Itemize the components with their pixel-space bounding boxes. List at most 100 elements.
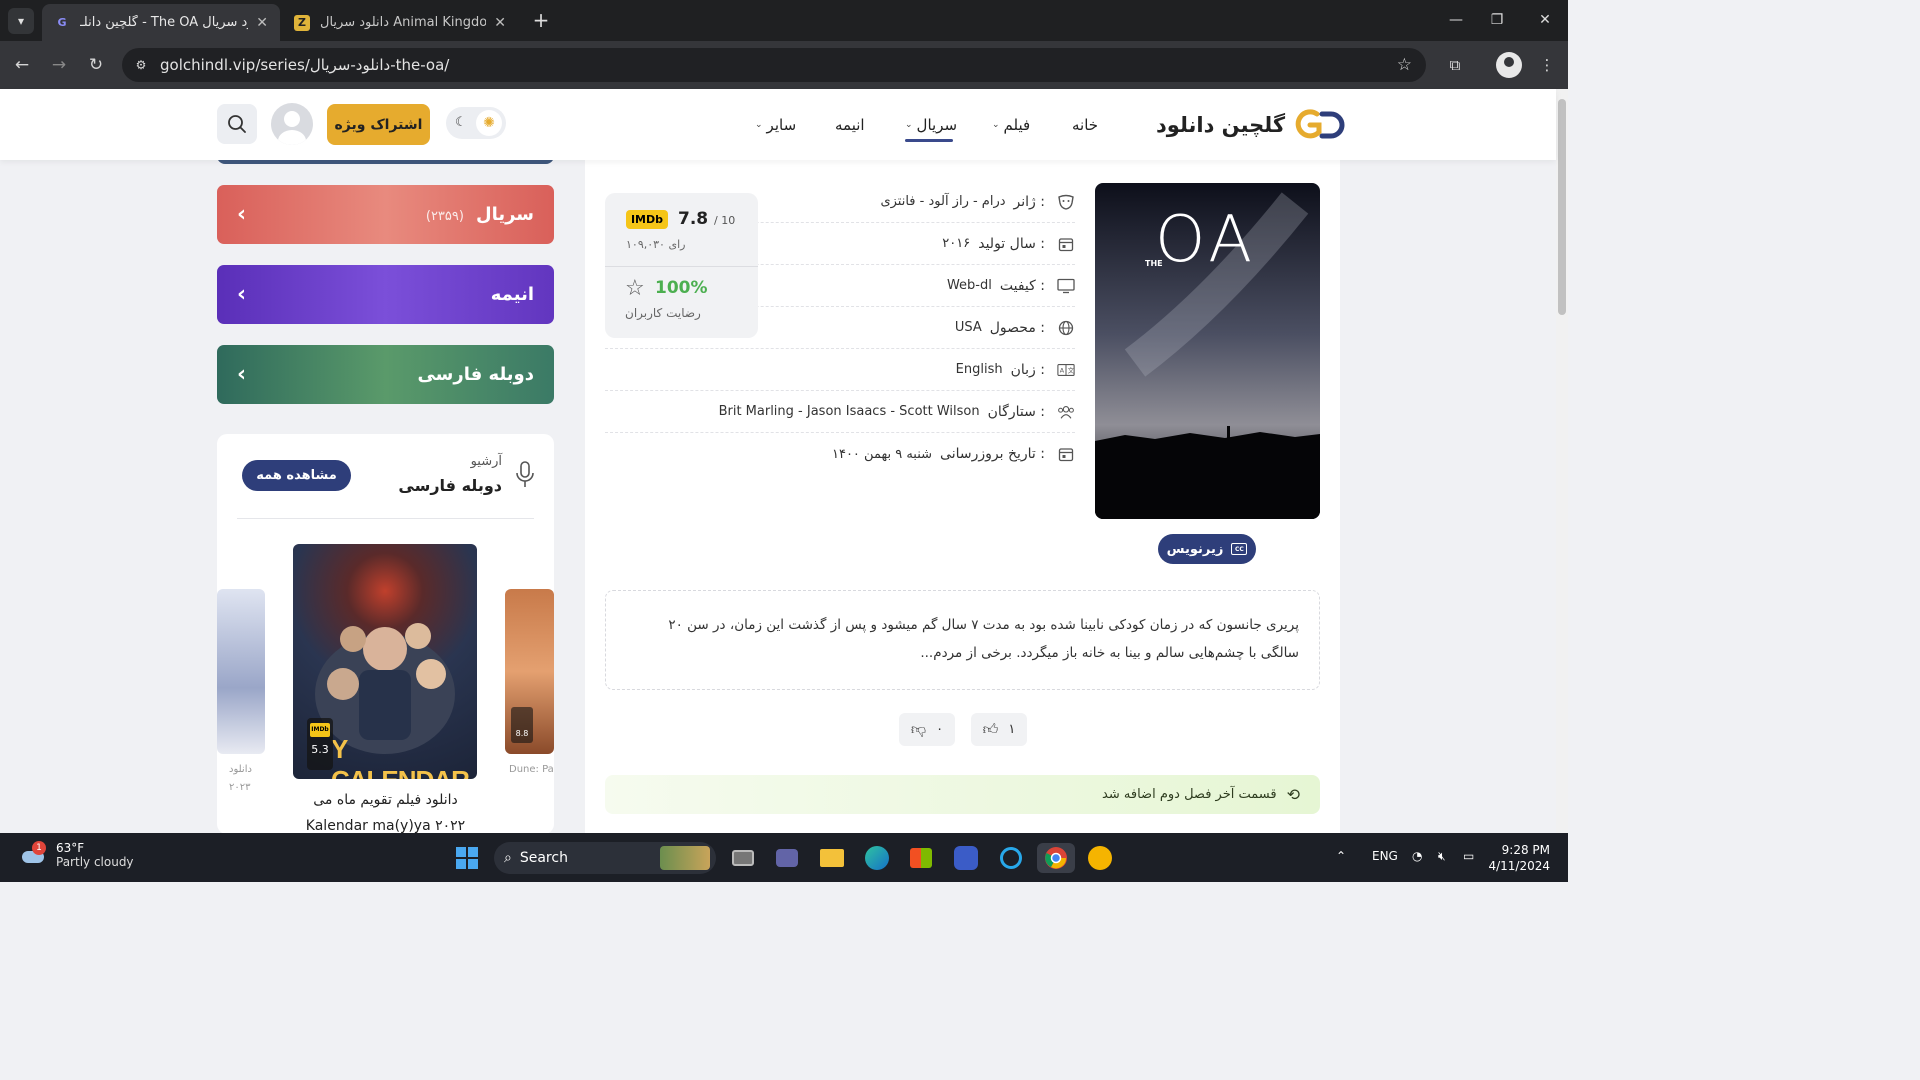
divider — [237, 518, 534, 519]
category-label: دوبله فارسی — [417, 364, 534, 385]
dislike-button[interactable]: 👎︎ ۰ — [899, 713, 955, 746]
battery-icon[interactable]: ▭ — [1463, 849, 1474, 863]
nav-other-label: سایر — [766, 116, 797, 134]
weather-cloud-icon: 1 — [20, 841, 48, 869]
volume-muted-icon[interactable]: 🔇︎ — [1438, 849, 1446, 864]
search-highlight-icon — [660, 846, 710, 870]
user-avatar[interactable] — [271, 103, 313, 145]
profile-avatar-icon[interactable] — [1496, 52, 1522, 78]
teams-icon[interactable] — [772, 843, 802, 873]
info-value: شنبه ۹ بهمن ۱۴۰۰ — [831, 446, 933, 462]
weather-alert-badge: 1 — [32, 841, 46, 855]
globe-icon — [1057, 319, 1075, 337]
series-poster[interactable]: THE OA — [1095, 183, 1320, 519]
rating-box: IMDb 7.8 / 10 ۱۰۹,۰۳۰ رای ☆ 100% رضایت ک… — [605, 193, 758, 338]
poster-caption-left: دانلود — [229, 764, 252, 775]
nav-film[interactable]: ⌄ فیلم — [992, 111, 1030, 139]
category-card-series[interactable]: ‹ سریال (۲۳۵۹) — [217, 185, 554, 244]
category-card-anime[interactable]: ‹ انیمه — [217, 265, 554, 324]
tab-search-button[interactable]: ▾ — [8, 8, 34, 34]
close-window-icon[interactable]: ✕ — [1530, 8, 1560, 32]
synopsis: پریری جانسون که در زمان کودکی نابینا شده… — [605, 590, 1320, 690]
poster-title-text: Y CALENDAR — [331, 734, 470, 779]
nav-film-label: فیلم — [1003, 116, 1031, 134]
tray-chevron-icon[interactable]: ⌃ — [1336, 849, 1346, 863]
subtitle-badge[interactable]: زیرنویس CC — [1158, 534, 1256, 564]
input-language[interactable]: ENG — [1372, 849, 1398, 863]
rating-badge-small: 8.8 — [511, 707, 533, 743]
bookmark-star-icon[interactable]: ☆ — [1397, 55, 1412, 75]
chevron-left-icon: ‹ — [237, 362, 247, 387]
poster-caption[interactable]: دانلود فیلم تقویم ماه می — [217, 792, 554, 808]
info-value: English — [955, 362, 1003, 377]
imdb-logo: IMDb — [626, 210, 668, 229]
theme-toggle[interactable]: ☾ ✺ — [446, 107, 506, 139]
star-outline-icon[interactable]: ☆ — [625, 276, 645, 301]
info-row-updated: شنبه ۹ بهمن ۱۴۰۰ تاریخ بروزرسانی : — [605, 433, 1075, 475]
forward-icon[interactable]: → — [47, 53, 71, 77]
poster-caption-2[interactable]: Kalendar ma(y)ya ۲۰۲۲ — [217, 818, 554, 834]
category-card-dubbed[interactable]: ‹ دوبله فارسی — [217, 345, 554, 404]
cortana-icon[interactable] — [996, 843, 1026, 873]
info-key: کیفیت : — [999, 277, 1045, 294]
page-scrollbar[interactable] — [1556, 89, 1568, 833]
system-clock[interactable]: 9:28 PM 4/11/2024 — [1486, 842, 1550, 874]
chrome-taskbar-icon[interactable] — [1037, 843, 1075, 873]
scrollbar-thumb[interactable] — [1558, 99, 1566, 315]
nav-active-underline — [905, 139, 953, 142]
imdb-score-max: / 10 — [714, 214, 736, 227]
back-icon[interactable]: ← — [10, 53, 34, 77]
browser-tab[interactable]: Z دانلود سریال Animal Kingdom با ✕ — [282, 4, 518, 41]
info-key: سال تولید : — [978, 235, 1045, 252]
weather-widget[interactable]: 1 63°F Partly cloudy — [20, 841, 134, 869]
vpn-app-icon[interactable] — [1085, 843, 1115, 873]
store-icon[interactable] — [906, 843, 936, 873]
wifi-icon[interactable]: ◔ — [1412, 849, 1422, 863]
language-icon: A文 — [1057, 361, 1075, 379]
extensions-icon[interactable]: ⧉ — [1442, 53, 1468, 77]
close-tab-icon[interactable]: ✕ — [256, 15, 268, 31]
search-button[interactable] — [217, 104, 257, 144]
windows-start-icon[interactable] — [452, 843, 482, 873]
nav-home-label: خانه — [1072, 116, 1099, 134]
edge-icon[interactable] — [862, 843, 892, 873]
category-count: (۲۳۵۹) — [425, 209, 464, 224]
poster-title-text: OA — [1155, 203, 1257, 277]
nav-series-label: سریال — [916, 116, 958, 134]
minimize-icon[interactable]: — — [1441, 8, 1471, 32]
see-all-button[interactable]: مشاهده همه — [242, 460, 351, 491]
info-key: ستارگان : — [987, 403, 1045, 420]
site-info-icon[interactable]: ⚙ — [130, 54, 152, 76]
search-label: Search — [519, 850, 568, 866]
carousel-poster-left[interactable] — [217, 589, 265, 754]
file-explorer-icon[interactable] — [817, 843, 847, 873]
info-value: Brit Marling - Jason Isaacs - Scott Wils… — [718, 404, 980, 419]
reload-icon[interactable]: ↻ — [84, 53, 108, 77]
address-bar[interactable]: ⚙ golchindl.vip/series/دانلود-سریال-the-… — [122, 48, 1426, 82]
nav-anime[interactable]: انیمه — [835, 111, 865, 139]
clock-time: 9:28 PM — [1501, 843, 1550, 857]
site-logo[interactable]: گلچین دانلود — [1156, 103, 1347, 147]
nav-series[interactable]: ⌄ سریال — [905, 111, 957, 139]
imdb-votes: ۱۰۹,۰۳۰ رای — [626, 238, 686, 251]
nav-home[interactable]: خانه — [1072, 111, 1098, 139]
calendar-icon — [1057, 235, 1075, 253]
chrome-menu-icon[interactable]: ⋮ — [1534, 53, 1560, 77]
info-value: Web-dl — [946, 278, 992, 293]
restore-icon[interactable]: ❐ — [1482, 8, 1512, 32]
satisfaction-label: رضایت کاربران — [625, 306, 701, 320]
browser-tab-active[interactable]: G گلچین دانلـ - The OA دانلود سریال ✕ — [42, 4, 280, 41]
weather-temp: 63°F — [56, 841, 85, 855]
like-button[interactable]: 👍︎ ۱ — [971, 713, 1027, 746]
close-tab-icon[interactable]: ✕ — [494, 15, 506, 31]
new-tab-button[interactable]: + — [530, 8, 552, 32]
nav-other[interactable]: ⌄ سایر — [755, 111, 796, 139]
featured-poster[interactable]: Y CALENDAR IMDb 5.3 — [293, 544, 477, 779]
carousel-poster-right[interactable]: 8.8 — [505, 589, 554, 754]
thumbs-up-icon: 👍︎ — [982, 720, 999, 738]
taskbar-search[interactable]: ⌕ Search — [494, 842, 716, 874]
app-icon[interactable] — [951, 843, 981, 873]
task-view-icon[interactable] — [728, 843, 758, 873]
tab-title: گلچین دانلـ - The OA دانلود سریال — [80, 15, 248, 30]
vip-subscription-button[interactable]: اشتراک ویژه — [327, 104, 430, 145]
